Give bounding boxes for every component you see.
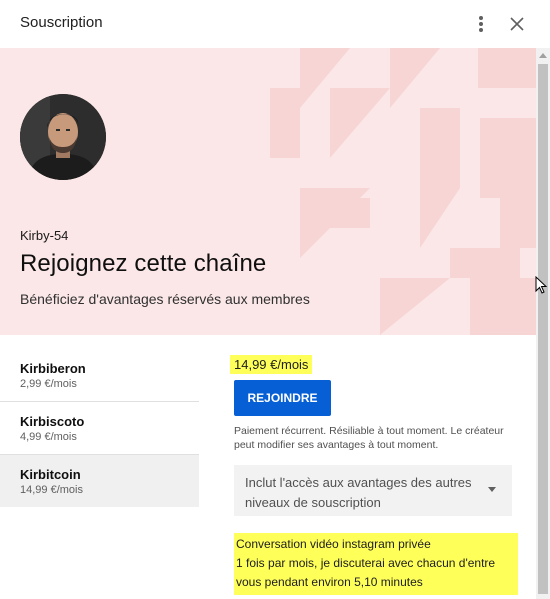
membership-dialog: Souscription Kirby-54 Rejoignez cette ch… — [0, 0, 536, 599]
tier-price: 2,99 €/mois — [20, 378, 77, 390]
tier-item[interactable]: Kirbiscoto 4,99 €/mois — [0, 402, 199, 455]
mouse-cursor-icon — [535, 276, 548, 294]
perks-dropdown[interactable]: Inclut l'accès aux avantages des autres … — [234, 465, 512, 516]
tier-name: Kirbitcoin — [20, 467, 81, 482]
tier-price: 14,99 €/mois — [20, 484, 83, 496]
tier-item-selected[interactable]: Kirbitcoin 14,99 €/mois — [0, 455, 199, 507]
scrollbar-thumb[interactable] — [538, 64, 548, 594]
chevron-down-icon — [488, 487, 496, 492]
payment-note: Paiement récurrent. Résiliable à tout mo… — [234, 425, 504, 451]
dialog-header: Souscription — [0, 0, 536, 48]
hero-banner: Kirby-54 Rejoignez cette chaîne Bénéfici… — [0, 48, 536, 335]
perk-line: vous pendant environ 5,10 minutes — [236, 575, 423, 589]
join-button[interactable]: REJOINDRE — [234, 380, 331, 416]
scroll-up-arrow-icon[interactable] — [539, 53, 547, 58]
tier-name: Kirbiberon — [20, 361, 86, 376]
join-headline: Rejoignez cette chaîne — [20, 250, 267, 277]
tier-item[interactable]: Kirbiberon 2,99 €/mois — [0, 349, 199, 402]
tier-name: Kirbiscoto — [20, 414, 85, 429]
tier-list: Kirbiberon 2,99 €/mois Kirbiscoto 4,99 €… — [0, 349, 199, 507]
perk-line: 1 fois par mois, je discuterai avec chac… — [236, 556, 496, 570]
scrollbar[interactable] — [536, 48, 550, 599]
join-subline: Bénéficiez d'avantages réservés aux memb… — [20, 291, 310, 307]
dialog-title: Souscription — [20, 14, 103, 31]
channel-name: Kirby-54 — [20, 228, 69, 243]
tier-price: 4,99 €/mois — [20, 431, 77, 443]
more-options-icon[interactable] — [470, 12, 492, 36]
channel-avatar — [20, 94, 106, 180]
close-icon[interactable] — [505, 12, 529, 36]
perk-description: Conversation vidéo instagram privée 1 fo… — [234, 533, 518, 595]
perks-dropdown-label: Inclut l'accès aux avantages des autres … — [245, 475, 472, 510]
perk-line: Conversation vidéo instagram privée — [236, 537, 431, 551]
selected-tier-price: 14,99 €/mois — [230, 355, 313, 374]
